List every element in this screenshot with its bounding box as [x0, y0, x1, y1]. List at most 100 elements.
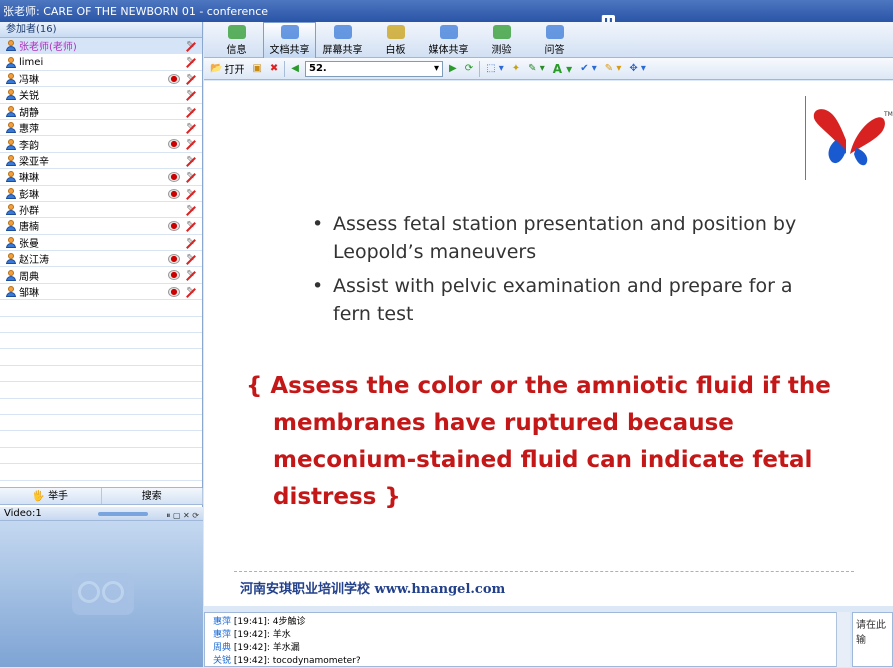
- save-icon: ▣: [252, 63, 262, 74]
- participant-row[interactable]: 关锐 ✎: [0, 87, 202, 104]
- camera-icon[interactable]: ●: [168, 286, 180, 297]
- user-avatar-icon: [6, 72, 16, 84]
- user-avatar-icon: [6, 253, 16, 265]
- participant-row[interactable]: 周典 ● ✎: [0, 267, 202, 284]
- highlighter-button[interactable]: ✎ ▾: [603, 61, 624, 77]
- participant-name: 彭琳: [19, 189, 39, 201]
- tab-label: 屏幕共享: [322, 45, 363, 56]
- mic-muted-icon[interactable]: ✎: [185, 171, 196, 183]
- refresh-button[interactable]: ⟳: [463, 61, 475, 77]
- user-avatar-icon: [6, 187, 16, 199]
- participant-row[interactable]: 李韵 ● ✎: [0, 136, 202, 153]
- tab-label: 媒体共享: [428, 45, 469, 56]
- tab-3[interactable]: 白板: [369, 22, 422, 58]
- tab-4[interactable]: 媒体共享: [422, 22, 475, 58]
- prev-page-button[interactable]: ◀: [289, 61, 301, 77]
- participant-list: 张老师(老师) ✎ limei ✎ 冯琳 ● ✎ 关锐 ✎ 胡静 ✎ 惠萍 ✎ 李韵 ● ✎ 梁亚辛 ✎ 琳琳 ● ✎ 彭…: [0, 38, 202, 488]
- participant-row[interactable]: 琳琳 ● ✎: [0, 169, 202, 186]
- slide-bullets: Assess fetal station presentation and po…: [312, 210, 822, 334]
- search-button[interactable]: 搜索: [102, 488, 203, 504]
- camera-icon[interactable]: ●: [168, 270, 180, 281]
- participant-row[interactable]: 唐楠 ● ✎: [0, 218, 202, 235]
- butterfly-logo: TM: [805, 96, 893, 180]
- participant-name: 张曼: [19, 238, 39, 250]
- camera-icon[interactable]: ●: [168, 188, 180, 199]
- open-button[interactable]: 📂 打开: [208, 61, 246, 77]
- mic-muted-icon[interactable]: ✎: [185, 122, 196, 134]
- highlighter-icon: ✎ ▾: [604, 63, 622, 74]
- mic-muted-icon[interactable]: ✎: [185, 220, 196, 232]
- participant-name: 孙群: [19, 206, 39, 218]
- next-page-button[interactable]: ▶: [447, 61, 459, 77]
- raise-hand-button[interactable]: 🖐 举手: [0, 488, 102, 504]
- participant-row[interactable]: 惠萍 ✎: [0, 120, 202, 137]
- pen-button[interactable]: ✎ ▾: [526, 61, 547, 77]
- tab-2[interactable]: 屏幕共享: [316, 22, 369, 58]
- mic-muted-icon[interactable]: ✎: [185, 138, 196, 150]
- video-label: Video:1: [4, 508, 42, 519]
- user-avatar-icon: [6, 171, 16, 183]
- camera-icon[interactable]: ●: [168, 139, 180, 150]
- chat-scrollbar[interactable]: [836, 612, 850, 667]
- mic-muted-icon[interactable]: ✎: [185, 40, 196, 52]
- pointer-button[interactable]: ✦: [510, 61, 522, 77]
- left-panel: 参加者(16) 张老师(老师) ✎ limei ✎ 冯琳 ● ✎ 关锐 ✎ 胡静 ✎ 惠萍 ✎ 李韵 ● ✎ 梁…: [0, 22, 203, 667]
- participant-row[interactable]: 胡静 ✎: [0, 104, 202, 120]
- camera-icon[interactable]: ●: [168, 254, 180, 265]
- check-button[interactable]: ✔ ▾: [578, 61, 599, 77]
- camera-icon[interactable]: ●: [168, 73, 180, 84]
- mic-muted-icon[interactable]: ✎: [185, 286, 196, 298]
- camera-icon[interactable]: ●: [168, 172, 180, 183]
- move-button[interactable]: ✥ ▾: [627, 61, 648, 77]
- participant-row[interactable]: 张曼 ✎: [0, 235, 202, 252]
- save-button[interactable]: ▣: [250, 61, 263, 77]
- participant-row[interactable]: 彭琳 ● ✎: [0, 186, 202, 202]
- mic-muted-icon[interactable]: ✎: [185, 155, 196, 167]
- mic-muted-icon[interactable]: ✎: [185, 269, 196, 281]
- participant-name: limei: [19, 56, 44, 68]
- mic-muted-icon[interactable]: ✎: [185, 56, 196, 68]
- chat-sender: 惠萍: [213, 617, 232, 627]
- mic-muted-icon[interactable]: ✎: [185, 204, 196, 216]
- search-label: 搜索: [141, 491, 162, 502]
- tab-1[interactable]: 文档共享: [263, 22, 316, 58]
- mic-muted-icon[interactable]: ✎: [185, 73, 196, 85]
- page-select[interactable]: 52. ▾: [305, 60, 443, 77]
- participant-row[interactable]: 冯琳 ● ✎: [0, 71, 202, 88]
- participant-row[interactable]: limei ✎: [0, 54, 202, 71]
- mic-muted-icon[interactable]: ✎: [185, 106, 196, 118]
- participant-row[interactable]: 赵江涛 ● ✎: [0, 251, 202, 268]
- mic-muted-icon[interactable]: ✎: [185, 237, 196, 249]
- participant-row[interactable]: 梁亚辛 ✎: [0, 153, 202, 170]
- tab-6[interactable]: 问答: [528, 22, 581, 58]
- text-button[interactable]: A ▾: [551, 61, 575, 77]
- mic-muted-icon[interactable]: ✎: [185, 188, 196, 200]
- empty-row: [0, 415, 202, 432]
- participant-name: 胡静: [19, 107, 39, 119]
- chat-log: 惠萍 [19:41]: 4步触诊 惠萍 [19:42]: 羊水 周典 [19:42]…: [204, 612, 849, 667]
- mic-muted-icon[interactable]: ✎: [185, 89, 196, 101]
- chat-input[interactable]: 请在此输☺: [852, 612, 893, 667]
- participant-row[interactable]: 邹琳 ● ✎: [0, 284, 202, 301]
- tab-icon: [333, 25, 352, 39]
- red-note-line: { Assess the color or the amniotic fluid…: [246, 373, 831, 399]
- mic-muted-icon[interactable]: ✎: [185, 253, 196, 265]
- tab-0[interactable]: 信息: [210, 22, 263, 58]
- participant-name: 关锐: [19, 91, 39, 103]
- slide-red-note: { Assess the color or the amniotic fluid…: [246, 368, 836, 516]
- participant-row[interactable]: 张老师(老师) ✎: [0, 38, 202, 55]
- video-volume-slider[interactable]: [98, 512, 148, 516]
- participants-header: 参加者(16): [0, 22, 202, 38]
- camera-icon[interactable]: ●: [168, 221, 180, 232]
- tab-label: 信息: [226, 45, 247, 56]
- tab-5[interactable]: 测验: [475, 22, 528, 58]
- chat-sender: 惠萍: [213, 630, 232, 640]
- user-avatar-icon: [6, 286, 16, 298]
- chat-message: 惠萍 [19:42]: 羊水: [213, 629, 840, 642]
- participant-name: 周典: [19, 271, 39, 283]
- tab-icon: [545, 25, 564, 39]
- participant-row[interactable]: 孙群 ✎: [0, 202, 202, 219]
- fit-button[interactable]: ⬚ ▾: [484, 61, 506, 77]
- close-doc-button[interactable]: ✖: [268, 61, 280, 77]
- user-avatar-icon: [6, 40, 16, 52]
